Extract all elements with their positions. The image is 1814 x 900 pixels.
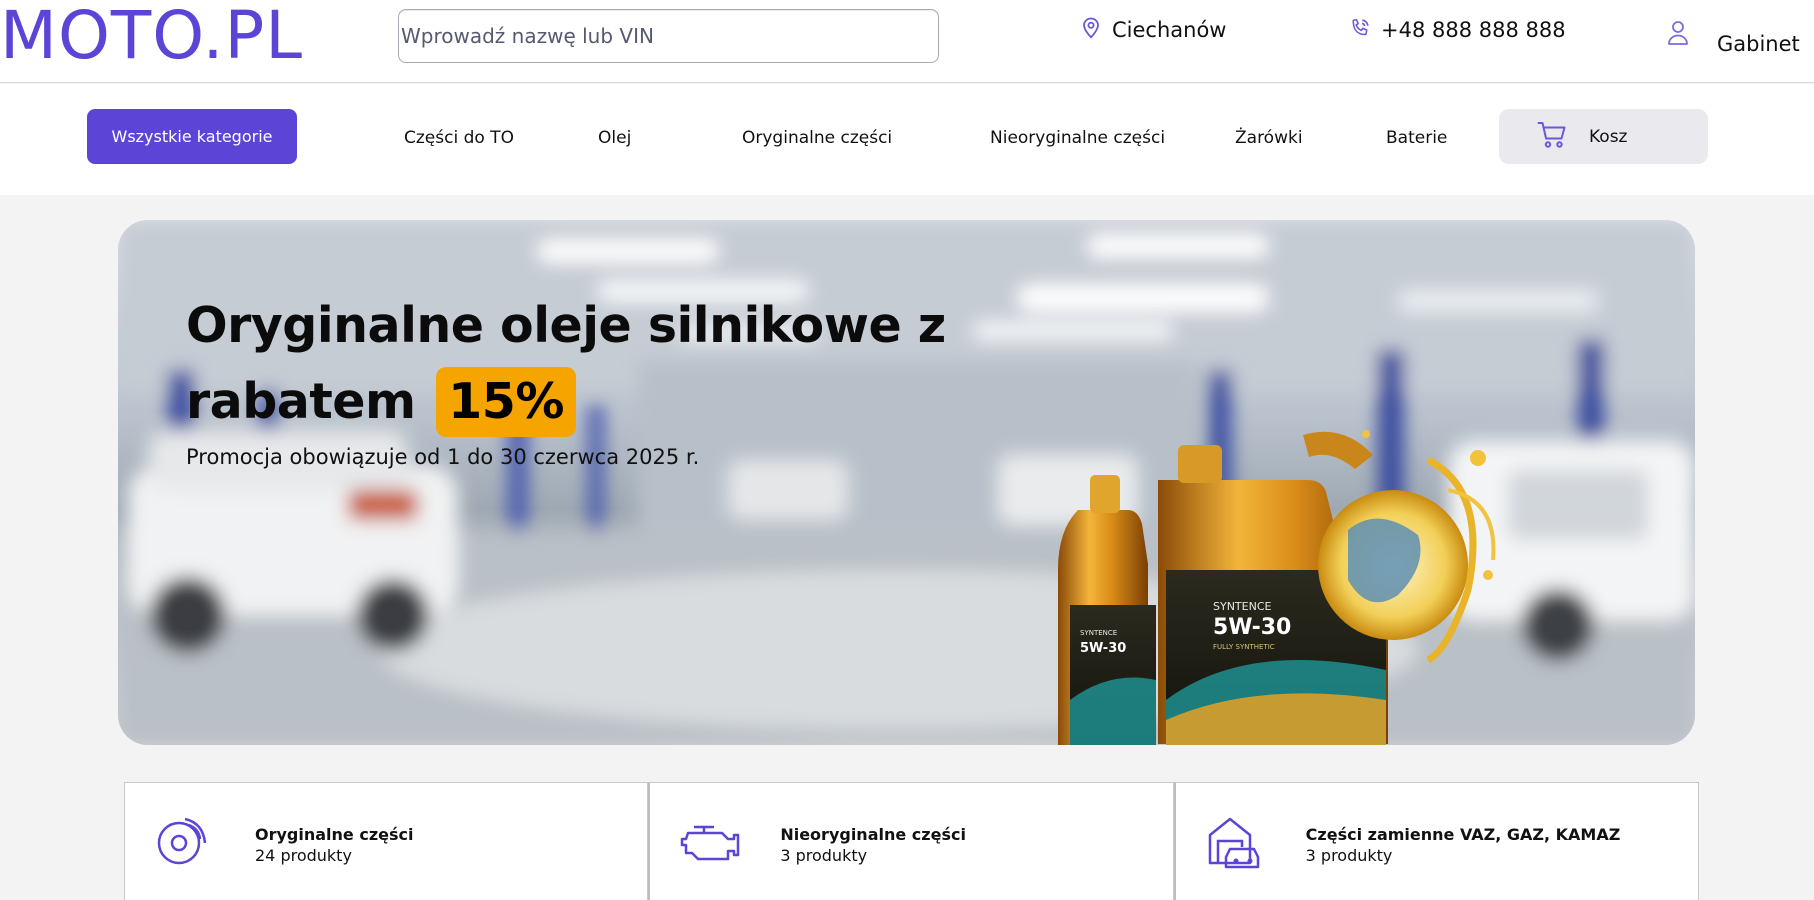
product-type: FULLY SYNTHETIC xyxy=(1213,643,1275,651)
search-input[interactable] xyxy=(399,10,938,62)
nav-link-nieoryginalne-czesci[interactable]: Nieoryginalne części xyxy=(990,128,1165,148)
discount-badge: 15% xyxy=(436,367,576,437)
category-count: 24 produkty xyxy=(255,846,352,865)
top-header: MOTO.PL Ciechanów +48 888 888 888 Gabine… xyxy=(0,0,1814,83)
engine-icon xyxy=(680,813,740,871)
nav-link-czesci-do-to[interactable]: Części do TO xyxy=(404,128,514,148)
svg-text:SYNTENCE: SYNTENCE xyxy=(1080,629,1117,637)
category-count: 3 produkty xyxy=(1305,846,1393,865)
location-selector[interactable]: Ciechanów xyxy=(1082,17,1226,43)
map-pin-icon xyxy=(1082,17,1100,43)
product-brand: SYNTENCE xyxy=(1213,600,1272,613)
category-card-oryginalne[interactable]: Oryginalne części 24 produkty xyxy=(124,782,649,900)
site-logo[interactable]: MOTO.PL xyxy=(0,0,303,76)
svg-text:5W-30: 5W-30 xyxy=(1080,641,1126,656)
cart-icon xyxy=(1537,121,1567,153)
promo-subtitle: Promocja obowiązuje od 1 do 30 czerwca 2… xyxy=(186,445,700,469)
nav-link-olej[interactable]: Olej xyxy=(598,128,631,148)
nav-link-oryginalne-czesci[interactable]: Oryginalne części xyxy=(742,128,892,148)
nav-link-baterie[interactable]: Baterie xyxy=(1386,128,1447,148)
promo-banner[interactable]: Oryginalne oleje silnikowe z rabatem 15%… xyxy=(118,220,1695,745)
garage-car-icon xyxy=(1206,813,1264,875)
phone-number: +48 888 888 888 xyxy=(1381,18,1566,42)
cart-label: Kosz xyxy=(1589,126,1628,147)
oil-bottles-image: SYNTENCE 5W-30 FULLY SYNTHETIC SYNTENCE … xyxy=(1058,430,1496,745)
all-categories-button[interactable]: Wszystkie kategorie xyxy=(87,109,297,164)
cart-button[interactable]: Kosz xyxy=(1499,109,1708,164)
account-label: Gabinet xyxy=(1717,32,1800,56)
product-viscosity: 5W-30 xyxy=(1213,615,1291,640)
category-cards: Oryginalne części 24 produkty Nieorygina… xyxy=(124,782,1699,900)
phone-contact[interactable]: +48 888 888 888 xyxy=(1349,17,1566,43)
category-count: 3 produkty xyxy=(780,846,868,865)
category-card-nieoryginalne[interactable]: Nieoryginalne części 3 produkty xyxy=(648,782,1174,900)
promo-title: Oryginalne oleje silnikowe z rabatem 15% xyxy=(186,288,1006,440)
brake-disc-icon xyxy=(155,813,209,871)
user-icon xyxy=(1667,20,1689,50)
category-title: Nieoryginalne części xyxy=(780,825,966,844)
category-card-vaz-gaz-kamaz[interactable]: Części zamienne VAZ, GAZ, KAMAZ 3 produk… xyxy=(1173,782,1699,900)
category-nav: Wszystkie kategorie Części do TO Olej Or… xyxy=(0,84,1814,195)
category-title: Oryginalne części xyxy=(255,825,414,844)
search-box[interactable] xyxy=(398,9,939,63)
category-title: Części zamienne VAZ, GAZ, KAMAZ xyxy=(1305,825,1621,844)
nav-link-zarowki[interactable]: Żarówki xyxy=(1235,128,1303,148)
account-link[interactable]: Gabinet xyxy=(1667,20,1812,60)
location-label: Ciechanów xyxy=(1112,18,1227,42)
phone-icon xyxy=(1349,17,1371,43)
